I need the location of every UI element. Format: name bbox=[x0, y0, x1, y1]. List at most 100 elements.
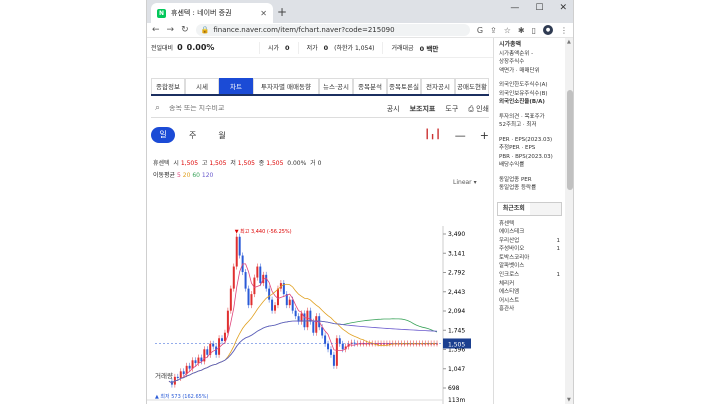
recent-item[interactable]: 알파벳이스 bbox=[499, 262, 560, 271]
recent-item[interactable]: 휴센텍 bbox=[499, 220, 560, 229]
recent-item[interactable]: 주성바이오 1 bbox=[499, 245, 560, 254]
side-item: 외국인소진율(B/A) bbox=[499, 99, 545, 105]
y-tick-label: 2,443 bbox=[448, 289, 465, 296]
print-button[interactable]: ⎙ 인쇄 bbox=[468, 104, 489, 114]
ma120-line bbox=[168, 320, 438, 384]
trade-label: 거래대금 bbox=[391, 45, 414, 52]
tab-analysis[interactable]: 종목분석 bbox=[353, 78, 387, 94]
recent-item-name: 어시스트 bbox=[499, 297, 520, 304]
page-scrollbar[interactable]: ▲ ▼ bbox=[565, 38, 573, 404]
y-tick-label: 2,792 bbox=[448, 270, 465, 277]
profile-avatar[interactable]: ● bbox=[543, 25, 553, 35]
period-day-button[interactable]: 일 bbox=[151, 127, 175, 143]
scroll-down-icon[interactable]: ▼ bbox=[567, 397, 571, 403]
menu-kebab-icon[interactable]: ⋮ bbox=[560, 26, 568, 35]
recent-tab[interactable]: 최근조회 bbox=[498, 202, 530, 215]
close-tab-icon[interactable]: ✕ bbox=[260, 9, 267, 18]
compare-search-input[interactable] bbox=[151, 105, 377, 112]
recent-item-name: 체리커 bbox=[499, 280, 515, 287]
naver-favicon-icon: N bbox=[157, 8, 166, 18]
recent-item-name: 에스티엠 bbox=[499, 289, 520, 296]
tab-short[interactable]: 공매도현황 bbox=[455, 78, 489, 94]
forward-icon[interactable]: → bbox=[167, 25, 175, 35]
reload-icon[interactable]: ↻ bbox=[181, 25, 189, 35]
recent-list: 휴센텍 에이스테크 우리산업 1 주성바이오 1 토박스코리아 알파벳이스 인크로스 1 체리커에스… bbox=[494, 220, 565, 315]
candle-chart-icon[interactable]: ┃╻┃ bbox=[425, 130, 441, 140]
browser-window: N 휴센텍 : 네이버 증권 ✕ + — ☐ ✕ ← → ↻ 🔒 finance… bbox=[146, 0, 574, 404]
high-l: 고 bbox=[201, 160, 208, 167]
scroll-up-icon[interactable]: ▲ bbox=[567, 39, 571, 45]
side-item: 동일업종 등락률 bbox=[499, 185, 537, 191]
period-month-button[interactable]: 월 bbox=[218, 130, 225, 141]
y-tick-label: 2,094 bbox=[448, 308, 465, 315]
minimize-icon[interactable]: — bbox=[510, 3, 519, 13]
google-icon[interactable]: G bbox=[477, 26, 483, 35]
tab-discussion[interactable]: 종목토론실 bbox=[387, 78, 421, 94]
close-window-icon[interactable]: ✕ bbox=[559, 3, 567, 13]
stock-tabs: 종합정보 시세 차트 투자자별 매매동향 뉴스·공시 종목분석 종목토론실 전자… bbox=[151, 78, 489, 96]
side-item: 액면가 · 매매단위 bbox=[499, 67, 540, 74]
min-label: ▲ 최저 573 (162.65%) bbox=[155, 393, 209, 400]
open-label: 시가 bbox=[268, 45, 280, 52]
side-item: 외국인보유주식수(B) bbox=[499, 90, 548, 97]
scale-label: Linear bbox=[453, 179, 472, 186]
close-v: 1,505 bbox=[266, 160, 284, 167]
prev-change-pct: 0.00% bbox=[186, 43, 215, 52]
notice-button[interactable]: 공시 bbox=[387, 104, 400, 114]
tab-strip: N 휴센텍 : 네이버 증권 ✕ + — ☐ ✕ bbox=[147, 0, 573, 23]
zoom-in-icon[interactable]: + bbox=[480, 129, 489, 142]
period-week-button[interactable]: 주 bbox=[189, 130, 196, 141]
tab-price[interactable]: 시세 bbox=[185, 78, 219, 94]
side-item: 상장주식수 bbox=[499, 59, 525, 65]
recent-item[interactable]: 체리커 bbox=[499, 280, 560, 289]
new-tab-icon[interactable]: + bbox=[277, 5, 287, 19]
ma20-line bbox=[168, 283, 437, 384]
recent-item[interactable]: 우리산업 1 bbox=[499, 237, 560, 246]
y-tick-label: 3,490 bbox=[448, 231, 465, 238]
ma-legend: 이동평균 5 20 60 120 bbox=[153, 170, 213, 179]
open-v: 1,505 bbox=[180, 160, 199, 167]
prev-change-label: 전일대비 bbox=[151, 45, 174, 52]
lock-icon: 🔒 bbox=[200, 26, 210, 34]
side-item: 동일업종 PER bbox=[499, 176, 532, 183]
recent-item[interactable]: 흥관사 bbox=[499, 305, 560, 314]
other-tab[interactable] bbox=[529, 202, 561, 215]
extensions-icon[interactable]: ✱ bbox=[518, 26, 525, 35]
recent-item-name: 인크로스 bbox=[499, 272, 520, 279]
tab-investor[interactable]: 투자자별 매매동향 bbox=[253, 78, 319, 94]
scrollbar-thumb[interactable] bbox=[567, 90, 573, 190]
max-label: ▼ 최고 3,440 (-56.25%) bbox=[235, 228, 292, 235]
bookmark-star-icon[interactable]: ☆ bbox=[504, 26, 511, 35]
omnibox[interactable]: 🔒 finance.naver.com/item/fchart.naver?co… bbox=[195, 24, 470, 36]
recent-item[interactable]: 토박스코리아 bbox=[499, 254, 560, 263]
recent-item[interactable]: 어시스트 bbox=[499, 297, 560, 306]
volume-v: 0 bbox=[317, 160, 322, 167]
recent-item[interactable]: 에이스테크 bbox=[499, 228, 560, 237]
recent-item[interactable]: 인크로스 1 bbox=[499, 271, 560, 280]
browser-tab[interactable]: N 휴센텍 : 네이버 증권 ✕ bbox=[151, 3, 273, 23]
url-text: finance.naver.com/item/fchart.naver?code… bbox=[213, 26, 395, 34]
share-icon[interactable]: ⇪ bbox=[490, 26, 497, 35]
tab-disclosure[interactable]: 전자공시 bbox=[421, 78, 455, 94]
scale-dropdown[interactable]: Linear ▾ bbox=[453, 179, 477, 186]
side-item: PER · EPS(2023.03) bbox=[499, 136, 553, 143]
price-chart[interactable]: 3,4903,1412,7922,4432,0941,7451,3961,047… bbox=[147, 188, 493, 404]
maximize-icon[interactable]: ☐ bbox=[535, 3, 543, 13]
low-l: 저 bbox=[230, 160, 236, 167]
tab-chart[interactable]: 차트 bbox=[219, 78, 253, 94]
recent-item[interactable]: 에스티엠 bbox=[499, 288, 560, 297]
tools-button[interactable]: 도구 bbox=[445, 104, 458, 114]
zoom-out-icon[interactable]: — bbox=[455, 129, 466, 142]
volume-tick-label: 113m bbox=[448, 397, 465, 404]
close-l: 종 bbox=[258, 160, 265, 167]
back-icon[interactable]: ← bbox=[152, 25, 160, 35]
low-value: 0 bbox=[323, 43, 329, 52]
search-icon: ⌕ bbox=[155, 103, 161, 113]
aux-indicator-button[interactable]: 보조지표 bbox=[410, 104, 436, 114]
tab-news[interactable]: 뉴스·공시 bbox=[319, 78, 353, 94]
tab-summary[interactable]: 종합정보 bbox=[151, 78, 185, 94]
quote-summary: 전일대비 0 0.00% 시가 0 저가 0 (하한가 1,054) 거래대금 … bbox=[147, 38, 493, 58]
prev-change-value: 0 bbox=[177, 43, 183, 52]
sidepanel-icon[interactable]: ▯ bbox=[532, 26, 536, 35]
recent-tabs: 최근조회 bbox=[497, 201, 562, 216]
